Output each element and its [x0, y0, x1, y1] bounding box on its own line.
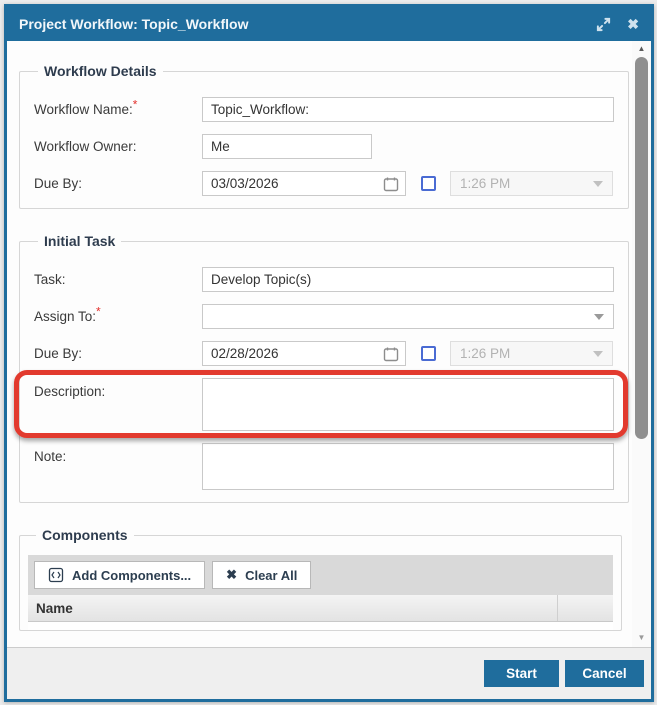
- task-input[interactable]: [202, 267, 614, 292]
- description-textarea[interactable]: [202, 378, 614, 431]
- task-dueby-date-input[interactable]: [203, 346, 377, 361]
- task-label: Task:: [34, 272, 202, 287]
- cancel-button[interactable]: Cancel: [565, 660, 644, 687]
- project-workflow-dialog: Project Workflow: Topic_Workflow ✖ Workf…: [4, 4, 654, 702]
- components-section: Components Add Components... ✖ Clear All: [19, 527, 622, 631]
- workflow-dueby-row: Due By:: [34, 171, 614, 196]
- workflow-owner-row: Workflow Owner:: [34, 134, 614, 159]
- calendar-icon[interactable]: [377, 176, 405, 192]
- task-dueby-row: Due By:: [34, 341, 614, 366]
- workflow-dueby-date-input[interactable]: [203, 176, 377, 191]
- initial-task-section: Initial Task Task: Assign To:* Due By:: [19, 233, 629, 503]
- workflow-name-label: Workflow Name:*: [34, 102, 202, 117]
- components-table-body: [28, 622, 613, 630]
- description-row: Description:: [34, 378, 614, 431]
- clear-all-x-icon: ✖: [226, 567, 237, 583]
- add-components-button[interactable]: Add Components...: [34, 561, 205, 589]
- maximize-icon[interactable]: [596, 17, 611, 32]
- chevron-down-icon: [593, 351, 603, 357]
- calendar-icon[interactable]: [377, 346, 405, 362]
- add-components-label: Add Components...: [72, 568, 191, 583]
- workflow-owner-label: Workflow Owner:: [34, 139, 202, 154]
- clear-all-label: Clear All: [245, 568, 297, 583]
- dialog-title-bar: Project Workflow: Topic_Workflow ✖: [7, 7, 651, 41]
- task-dueby-time-dropdown[interactable]: 1:26 PM: [450, 341, 613, 366]
- required-asterisk: *: [133, 98, 138, 112]
- add-components-icon: [48, 567, 64, 583]
- assign-to-label: Assign To:*: [34, 309, 202, 324]
- dialog-footer: Start Cancel: [7, 647, 651, 699]
- assign-to-row: Assign To:*: [34, 304, 614, 329]
- vertical-scrollbar[interactable]: ▲ ▼: [632, 41, 651, 647]
- column-header-name: Name: [28, 601, 557, 616]
- start-button[interactable]: Start: [484, 660, 559, 687]
- clear-all-button[interactable]: ✖ Clear All: [212, 561, 311, 589]
- close-icon[interactable]: ✖: [627, 16, 639, 33]
- workflow-details-section: Workflow Details Workflow Name:* Workflo…: [19, 63, 629, 209]
- task-row: Task:: [34, 267, 614, 292]
- workflow-dueby-time-dropdown[interactable]: 1:26 PM: [450, 171, 613, 196]
- description-label: Description:: [34, 378, 202, 399]
- task-dueby-time-checkbox[interactable]: [421, 346, 436, 361]
- required-asterisk: *: [96, 305, 101, 319]
- task-dueby-time-value: 1:26 PM: [460, 346, 510, 361]
- workflow-dueby-datebox: [202, 171, 406, 196]
- components-legend: Components: [36, 527, 134, 543]
- workflow-dueby-time-value: 1:26 PM: [460, 176, 510, 191]
- components-table-header: Name: [28, 595, 613, 622]
- task-dueby-datebox: [202, 341, 406, 366]
- note-textarea[interactable]: [202, 443, 614, 490]
- components-toolbar: Add Components... ✖ Clear All: [28, 555, 613, 595]
- note-row: Note:: [34, 443, 614, 490]
- scroll-down-icon[interactable]: ▼: [638, 633, 646, 643]
- chevron-down-icon: [593, 181, 603, 187]
- workflow-name-row: Workflow Name:*: [34, 97, 614, 122]
- workflow-name-input[interactable]: [202, 97, 614, 122]
- column-header-extra: [557, 595, 613, 621]
- workflow-dueby-time-checkbox[interactable]: [421, 176, 436, 191]
- assign-to-dropdown[interactable]: [202, 304, 614, 329]
- chevron-down-icon: [594, 314, 604, 320]
- dialog-title: Project Workflow: Topic_Workflow: [19, 16, 580, 32]
- workflow-owner-input[interactable]: [202, 134, 372, 159]
- scrollbar-thumb[interactable]: [635, 57, 648, 439]
- task-dueby-label: Due By:: [34, 346, 202, 361]
- workflow-dueby-label: Due By:: [34, 176, 202, 191]
- note-label: Note:: [34, 443, 202, 464]
- initial-task-legend: Initial Task: [38, 233, 121, 249]
- scroll-up-icon[interactable]: ▲: [638, 44, 646, 54]
- form-scroll-area: Workflow Details Workflow Name:* Workflo…: [7, 41, 632, 647]
- dialog-body: Workflow Details Workflow Name:* Workflo…: [7, 41, 651, 647]
- workflow-details-legend: Workflow Details: [38, 63, 163, 79]
